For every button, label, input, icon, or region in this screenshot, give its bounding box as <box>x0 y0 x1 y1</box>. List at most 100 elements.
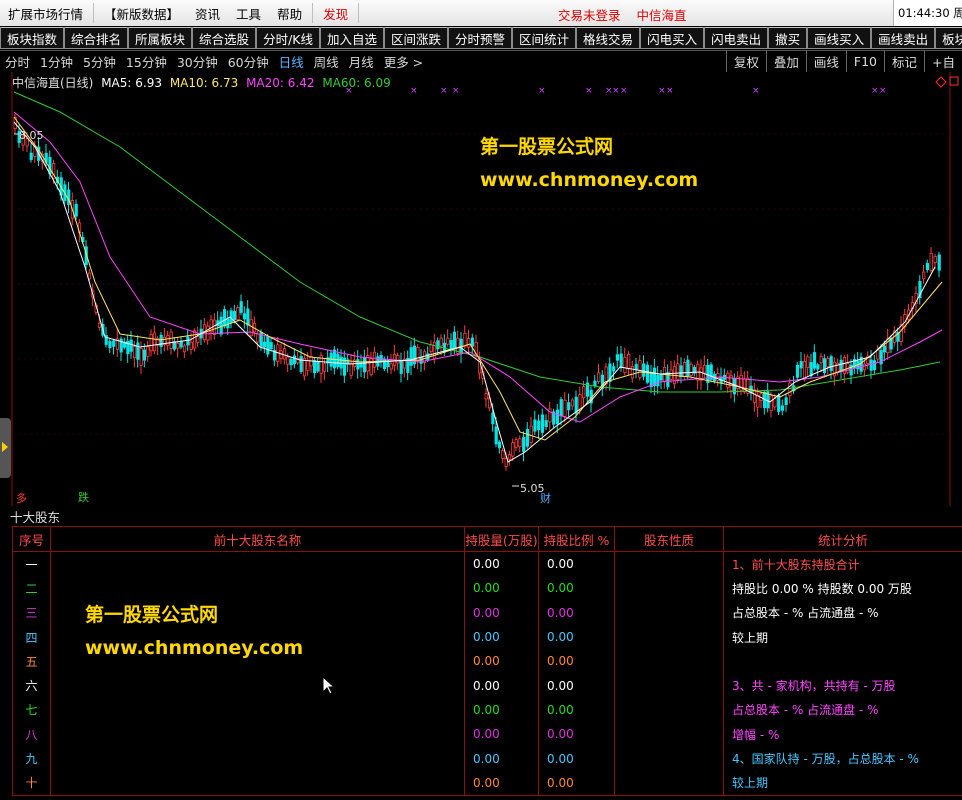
draw-line-button[interactable]: 画线 <box>805 51 846 72</box>
period-timeshare[interactable]: 分时 <box>0 52 35 71</box>
toolbar-button-sector-index[interactable]: 板块指数 <box>0 27 65 49</box>
candle <box>501 450 505 460</box>
holder-type <box>614 770 724 796</box>
candle <box>784 397 788 406</box>
toolbar-button-range-change[interactable]: 区间涨跌 <box>384 27 449 49</box>
add-custom-button[interactable]: +自 <box>924 51 962 72</box>
period-5min[interactable]: 5分钟 <box>78 52 121 71</box>
candle <box>467 338 471 348</box>
column-header-ratio[interactable]: 持股比例 % <box>538 526 615 552</box>
status-area: 交易未登录 中信海直 <box>558 5 699 24</box>
table-row[interactable]: 六 0.00 0.00 3、共 - 家机构，共持有 - 万股 <box>12 673 962 698</box>
f10-button[interactable]: F10 <box>845 51 884 72</box>
signal-marker: × <box>410 86 418 96</box>
menu-news[interactable]: 资讯 <box>187 4 228 23</box>
period-weekly[interactable]: 周线 <box>309 52 344 71</box>
candle <box>222 309 227 327</box>
left-marker-fall: 跌 <box>78 490 89 504</box>
candle <box>872 360 877 371</box>
menu-extended-market[interactable]: 扩展市场行情 <box>0 4 91 23</box>
menu-new-data[interactable]: 【新版数据】 <box>96 4 187 23</box>
adjust-price-button[interactable]: 复权 <box>725 51 766 72</box>
candle <box>686 359 690 377</box>
candle <box>432 341 437 360</box>
candle <box>372 351 377 368</box>
toolbar-button-timeshare-kline[interactable]: 分时/K线 <box>256 27 320 49</box>
candle <box>799 361 803 369</box>
holders-section-title[interactable]: 十大股东 <box>10 507 60 526</box>
toolbar-button-grid-trade[interactable]: 格线交易 <box>576 27 641 49</box>
toolbar-button-cancel-buy[interactable]: 撤买 <box>768 27 808 49</box>
period-more[interactable]: 更多 > <box>379 52 428 71</box>
holder-rank: 三 <box>12 600 51 625</box>
menu-discover[interactable]: 发现 <box>315 4 356 23</box>
toolbar-button-belonging-sector[interactable]: 所属板块 <box>128 27 193 49</box>
watermark-url-table: www.chnmoney.com <box>85 637 304 659</box>
period-60min[interactable]: 60分钟 <box>223 52 274 71</box>
column-header-holder-name[interactable]: 前十大股东名称 <box>50 526 465 552</box>
toolbar-button-flash-sell[interactable]: 闪电卖出 <box>704 27 769 49</box>
period-15min[interactable]: 15分钟 <box>121 52 172 71</box>
table-row[interactable]: 一 0.00 0.00 1、前十大股东持股合计 <box>12 551 962 577</box>
holder-name <box>50 551 465 577</box>
candle <box>540 414 545 433</box>
holder-rank: 五 <box>12 649 51 674</box>
column-header-rank[interactable]: 序号 <box>12 526 51 552</box>
candle <box>409 347 413 366</box>
holder-name <box>50 746 465 771</box>
toolbar-button-flash-buy[interactable]: 闪电买入 <box>640 27 705 49</box>
table-row[interactable]: 八 0.00 0.00 增幅 - % <box>12 722 962 747</box>
table-row[interactable]: 十 0.00 0.00 较上期 <box>12 770 962 796</box>
holder-rank: 七 <box>12 697 51 723</box>
table-row[interactable]: 七 0.00 0.00 占总股本 - % 占流通盘 - % <box>12 697 962 723</box>
column-header-analysis[interactable]: 统计分析 <box>723 526 962 552</box>
toolbar-button-ranking[interactable]: 综合排名 <box>64 27 129 49</box>
candle <box>559 399 563 417</box>
holder-quantity: 0.00 <box>464 624 539 650</box>
candle <box>882 345 887 353</box>
holder-type <box>614 722 724 747</box>
login-status[interactable]: 交易未登录 <box>558 8 621 23</box>
kline-chart[interactable]: × × × × × × × × × × × × × × 8.05 5.05 财 多 跌 中信海直(日线) … <box>0 72 962 506</box>
signal-marker: × <box>752 86 760 96</box>
mark-button[interactable]: 标记 <box>884 51 924 72</box>
toolbar-button-stock-picker[interactable]: 综合选股 <box>192 27 257 49</box>
table-row[interactable]: 九 0.00 0.00 4、国家队持 - 万股，占总股本 - % <box>12 746 962 771</box>
candle <box>196 336 200 343</box>
analysis-line: 占总股本 - % 占流通盘 - % <box>723 600 962 625</box>
menu-tools[interactable]: 工具 <box>228 4 269 23</box>
holder-quantity: 0.00 <box>464 746 539 771</box>
expand-panel-handle[interactable] <box>0 418 11 478</box>
toolbar-button-add-watchlist[interactable]: 加入自选 <box>319 27 384 49</box>
candle <box>679 365 683 377</box>
candle <box>289 358 293 366</box>
holder-quantity: 0.00 <box>464 649 539 674</box>
candle <box>166 335 170 346</box>
candle <box>159 334 163 347</box>
column-header-holder-type[interactable]: 股东性质 <box>614 526 724 552</box>
candle <box>491 412 495 425</box>
toolbar-button-line-buy[interactable]: 画线买入 <box>807 27 872 49</box>
signal-marker: × <box>879 86 887 96</box>
overlay-button[interactable]: 叠加 <box>765 51 806 72</box>
holder-name <box>50 770 465 796</box>
menu-help[interactable]: 帮助 <box>269 4 310 23</box>
table-row[interactable]: 二 0.00 0.00 持股比 0.00 % 持股数 0.00 万股 <box>12 576 962 601</box>
toolbar-button-sector-delete[interactable]: 板块删除 <box>935 27 962 49</box>
watermark-url: www.chnmoney.com <box>480 169 699 191</box>
candle <box>339 356 343 369</box>
period-daily[interactable]: 日线 <box>274 52 309 71</box>
toolbar-button-range-stats[interactable]: 区间统计 <box>512 27 577 49</box>
toolbar-button-line-sell[interactable]: 画线卖出 <box>871 27 936 49</box>
candle <box>612 366 616 372</box>
period-30min[interactable]: 30分钟 <box>172 52 223 71</box>
period-monthly[interactable]: 月线 <box>344 52 379 71</box>
candle <box>246 308 250 326</box>
holder-ratio: 0.00 <box>538 722 615 747</box>
menu-separator <box>312 3 314 23</box>
toolbar-button-timeshare-alert[interactable]: 分时预警 <box>448 27 513 49</box>
period-1min[interactable]: 1分钟 <box>35 52 78 71</box>
candle <box>533 419 537 432</box>
candle <box>299 356 303 372</box>
column-header-quantity[interactable]: 持股量(万股) <box>464 526 539 552</box>
